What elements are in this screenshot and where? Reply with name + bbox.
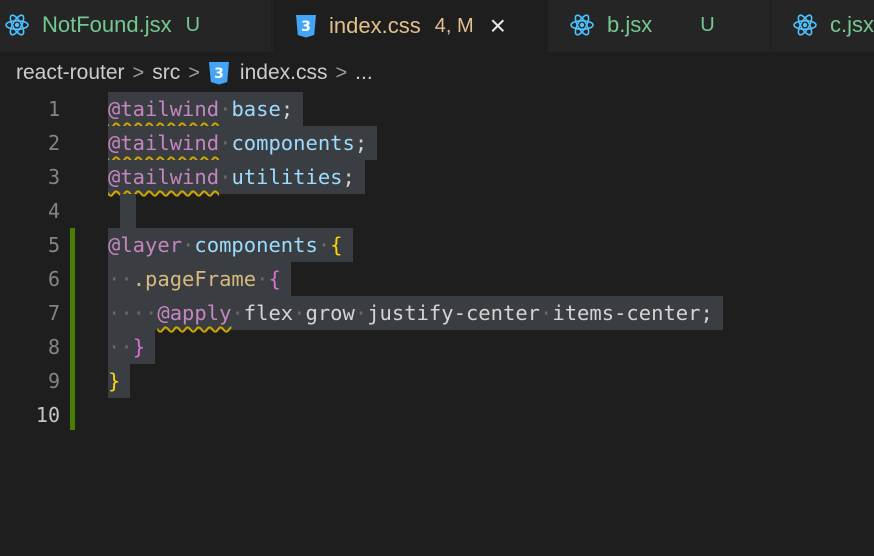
tab-b-jsx[interactable]: b.jsx U bbox=[549, 0, 771, 50]
close-icon[interactable]: × bbox=[490, 12, 506, 40]
breadcrumb: react-router > src > 3 index.css > ... bbox=[16, 56, 373, 90]
line-number: 6 bbox=[47, 267, 60, 291]
code-line[interactable]: 1 @tailwind·base; bbox=[0, 92, 874, 126]
react-icon bbox=[569, 12, 595, 38]
tab-label: c.jsx bbox=[830, 12, 874, 37]
code-line[interactable]: 5 @layer·components·{ bbox=[0, 228, 874, 262]
svg-text:3: 3 bbox=[301, 19, 311, 35]
line-number: 9 bbox=[47, 369, 60, 393]
layer-name: components bbox=[194, 233, 318, 257]
line-number: 2 bbox=[47, 131, 60, 155]
problems-modified-badge: 4, M bbox=[434, 14, 474, 37]
chevron-right-icon: > bbox=[188, 61, 200, 84]
tab-label: b.jsx bbox=[607, 12, 653, 37]
open-brace: { bbox=[268, 267, 281, 291]
utility-class: items-center bbox=[552, 301, 701, 325]
git-status-badge: U bbox=[700, 13, 715, 36]
tailwind-layer-name: utilities bbox=[231, 165, 343, 189]
tailwind-layer-name: components bbox=[231, 131, 355, 155]
line-number: 4 bbox=[47, 199, 60, 223]
breadcrumb-more[interactable]: ... bbox=[355, 61, 373, 85]
code-line-current[interactable]: 10 bbox=[0, 398, 874, 432]
css-selector: .pageFrame bbox=[132, 267, 257, 291]
tailwind-layer-name: base bbox=[231, 97, 281, 121]
semicolon: ; bbox=[280, 97, 294, 121]
code-line[interactable]: 6 ··.pageFrame·{ bbox=[0, 262, 874, 296]
line-number: 1 bbox=[47, 97, 60, 121]
chevron-right-icon: > bbox=[335, 61, 348, 84]
breadcrumb-folder-react-router[interactable]: react-router bbox=[16, 61, 125, 85]
close-brace: } bbox=[108, 369, 121, 393]
tailwind-directive: @tailwind bbox=[108, 165, 220, 189]
code-editor[interactable]: 1 @tailwind·base; 2 @tailwind·components… bbox=[0, 92, 874, 556]
editor-tab-bar: NotFound.jsx U 3 index.css 4, M × b.jsx … bbox=[0, 0, 874, 52]
semicolon: ; bbox=[354, 131, 368, 155]
css-icon: 3 bbox=[208, 61, 230, 85]
line-number: 7 bbox=[47, 301, 60, 325]
line-number: 8 bbox=[47, 335, 60, 359]
utility-class: grow bbox=[305, 301, 355, 325]
tab-label: index.css bbox=[329, 13, 421, 38]
tab-notfound-jsx[interactable]: NotFound.jsx U bbox=[0, 0, 272, 50]
line-number: 3 bbox=[47, 165, 60, 189]
layer-directive: @layer bbox=[108, 233, 183, 257]
chevron-right-icon: > bbox=[132, 61, 145, 84]
code-line[interactable]: 8 ··} bbox=[0, 330, 874, 364]
tab-label: NotFound.jsx bbox=[42, 12, 172, 37]
line-number: 5 bbox=[47, 233, 60, 257]
tab-index-css-active[interactable]: 3 index.css 4, M × bbox=[273, 0, 548, 52]
code-line[interactable]: 2 @tailwind·components; bbox=[0, 126, 874, 160]
utility-class: justify-center bbox=[367, 301, 541, 325]
git-status-badge: U bbox=[185, 13, 201, 36]
css-icon: 3 bbox=[295, 14, 317, 38]
line-number: 10 bbox=[35, 403, 60, 427]
breadcrumb-file-index-css[interactable]: index.css bbox=[240, 61, 328, 85]
close-brace: } bbox=[132, 335, 146, 359]
code-line[interactable]: 7 ····@apply·flex·grow·justify-center·it… bbox=[0, 296, 874, 330]
code-line[interactable]: 3 @tailwind·utilities; bbox=[0, 160, 874, 194]
apply-directive: @apply bbox=[157, 301, 232, 325]
vscode-editor-window: NotFound.jsx U 3 index.css 4, M × b.jsx … bbox=[0, 0, 874, 556]
utility-class: flex bbox=[243, 301, 294, 325]
tab-c-jsx[interactable]: c.jsx bbox=[772, 0, 874, 50]
svg-text:3: 3 bbox=[214, 66, 224, 82]
open-brace: { bbox=[330, 233, 343, 257]
code-line[interactable]: 4 bbox=[0, 194, 874, 228]
tailwind-directive: @tailwind bbox=[108, 97, 220, 121]
react-icon bbox=[792, 12, 818, 38]
react-icon bbox=[4, 12, 30, 38]
code-line[interactable]: 9 } bbox=[0, 364, 874, 398]
semicolon: ; bbox=[342, 165, 355, 189]
semicolon: ; bbox=[700, 301, 713, 325]
breadcrumb-folder-src[interactable]: src bbox=[152, 61, 180, 85]
tailwind-directive: @tailwind bbox=[108, 131, 220, 155]
